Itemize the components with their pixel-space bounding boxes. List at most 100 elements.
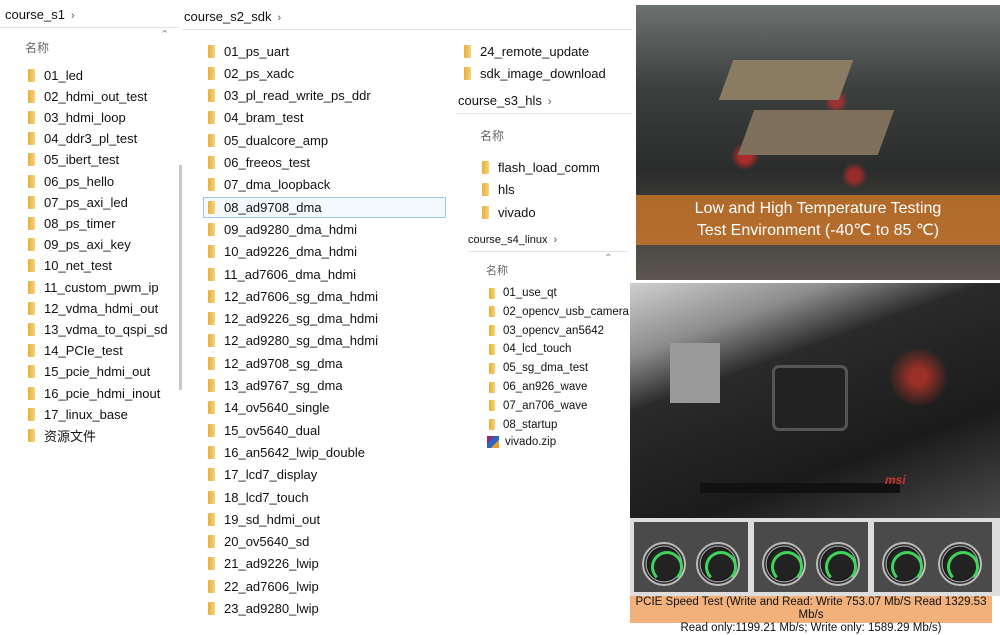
folder-item[interactable]: 02_ps_xadc bbox=[208, 63, 294, 83]
folder-label: 16_pcie_hdmi_inout bbox=[44, 385, 161, 401]
folder-item[interactable]: 10_ad9226_dma_hdmi bbox=[208, 242, 357, 262]
column-header-name[interactable]: 名称 bbox=[480, 127, 504, 144]
folder-icon bbox=[28, 216, 35, 230]
sort-up-icon[interactable]: ⌃ bbox=[160, 28, 169, 41]
caption-line: Test Environment (-40℃ to 85 ℃) bbox=[696, 222, 940, 239]
folder-item[interactable]: 06_ps_hello bbox=[28, 171, 114, 191]
folder-label: 21_ad9226_lwip bbox=[224, 556, 319, 572]
folder-item[interactable]: 21_ad9226_lwip bbox=[208, 554, 319, 574]
folder-icon bbox=[208, 557, 215, 571]
folder-item[interactable]: 05_sg_dma_test bbox=[489, 359, 588, 377]
folder-item[interactable]: 04_ddr3_pl_test bbox=[28, 129, 137, 149]
folder-item[interactable]: 04_bram_test bbox=[208, 108, 304, 128]
folder-item[interactable]: 12_ad7606_sg_dma_hdmi bbox=[208, 286, 378, 306]
folder-item[interactable]: 01_led bbox=[28, 65, 83, 85]
folder-item[interactable]: 01_use_qt bbox=[489, 284, 557, 302]
folder-item[interactable]: 22_ad7606_lwip bbox=[208, 576, 319, 596]
breadcrumb-course-s4-linux[interactable]: course_s4_linux › bbox=[468, 234, 557, 246]
folder-item[interactable]: 17_linux_base bbox=[28, 404, 128, 424]
folder-item[interactable]: 15_pcie_hdmi_out bbox=[28, 362, 150, 382]
folder-item[interactable]: 14_PCIe_test bbox=[28, 341, 123, 361]
folder-icon bbox=[208, 579, 215, 593]
folder-icon bbox=[28, 110, 35, 124]
column-header-name[interactable]: 名称 bbox=[25, 39, 49, 56]
breadcrumb-course-s3-hls[interactable]: course_s3_hls › bbox=[458, 93, 552, 108]
folder-icon bbox=[208, 535, 215, 549]
folder-item[interactable]: 12_ad9708_sg_dma bbox=[208, 353, 343, 373]
folder-item[interactable]: 15_ov5640_dual bbox=[208, 420, 320, 440]
folder-icon bbox=[482, 183, 489, 196]
folder-item[interactable]: 23_ad9280_lwip bbox=[208, 599, 319, 619]
folder-label: 10_net_test bbox=[44, 258, 112, 274]
folder-item[interactable]: hls bbox=[482, 180, 515, 200]
folder-item[interactable]: 02_opencv_usb_camera bbox=[489, 303, 629, 321]
speed-test-windows bbox=[630, 518, 1000, 596]
scrollbar[interactable] bbox=[179, 165, 182, 390]
folder-item[interactable]: 06_freeos_test bbox=[208, 153, 310, 173]
folder-item[interactable]: 10_net_test bbox=[28, 256, 112, 276]
folder-item[interactable]: 资源文件 bbox=[28, 425, 96, 445]
folder-item[interactable]: flash_load_comm bbox=[482, 157, 600, 177]
folder-item[interactable]: 18_lcd7_touch bbox=[208, 487, 309, 507]
folder-item[interactable]: 05_ibert_test bbox=[28, 150, 119, 170]
file-vivado-zip[interactable]: vivado.zip bbox=[487, 433, 556, 451]
folder-label: 05_sg_dma_test bbox=[503, 362, 589, 375]
breadcrumb-label: course_s1 bbox=[5, 7, 65, 22]
folder-item[interactable]: 13_ad9767_sg_dma bbox=[208, 376, 343, 396]
folder-label: 01_ps_uart bbox=[224, 43, 290, 59]
folder-icon bbox=[28, 428, 35, 442]
folder-item[interactable]: 20_ov5640_sd bbox=[208, 532, 309, 552]
folder-label: 资源文件 bbox=[44, 428, 97, 444]
divider bbox=[456, 113, 632, 114]
folder-item[interactable]: 05_dualcore_amp bbox=[208, 130, 328, 150]
folder-item[interactable]: 09_ps_axi_key bbox=[28, 235, 131, 255]
folder-icon bbox=[208, 379, 215, 392]
column-header-name[interactable]: 名称 bbox=[486, 262, 508, 278]
folder-item[interactable]: 01_ps_uart bbox=[208, 41, 289, 61]
folder-icon bbox=[208, 267, 215, 281]
folder-icon bbox=[208, 156, 215, 169]
folder-item[interactable]: 14_ov5640_single bbox=[208, 398, 330, 418]
folder-item[interactable]: 12_vdma_hdmi_out bbox=[28, 298, 158, 318]
folder-label: 03_hdmi_loop bbox=[44, 109, 126, 125]
folder-item[interactable]: sdk_image_download bbox=[464, 63, 606, 83]
folder-item[interactable]: 06_an926_wave bbox=[489, 378, 587, 396]
breadcrumb-course-s2-sdk[interactable]: course_s2_sdk › bbox=[184, 9, 281, 24]
folder-label: 19_sd_hdmi_out bbox=[224, 511, 321, 527]
folder-item[interactable]: 03_hdmi_loop bbox=[28, 107, 126, 127]
folder-item[interactable]: 13_vdma_to_qspi_sd bbox=[28, 319, 168, 339]
folder-item[interactable]: vivado bbox=[482, 202, 536, 222]
folder-item[interactable]: 04_lcd_touch bbox=[489, 340, 571, 358]
folder-item[interactable]: 09_ad9280_dma_hdmi bbox=[208, 219, 357, 239]
folder-item[interactable]: 07_ps_axi_led bbox=[28, 192, 128, 212]
folder-item[interactable]: 16_an5642_lwip_double bbox=[208, 442, 365, 462]
folder-item[interactable]: 11_custom_pwm_ip bbox=[28, 277, 159, 297]
folder-item[interactable]: 08_startup bbox=[489, 416, 557, 434]
breadcrumb-course-s1[interactable]: course_s1 › bbox=[5, 7, 75, 22]
folder-item[interactable]: 07_dma_loopback bbox=[208, 175, 330, 195]
folder-item[interactable]: 02_hdmi_out_test bbox=[28, 86, 147, 106]
folder-icon bbox=[28, 238, 35, 252]
speed-test-caption: PCIE Speed Test (Write and Read: Write 7… bbox=[630, 596, 992, 634]
folder-item[interactable]: 12_ad9226_sg_dma_hdmi bbox=[208, 309, 378, 329]
folder-label: 05_ibert_test bbox=[44, 152, 120, 168]
folder-label: vivado bbox=[498, 204, 536, 220]
sort-up-icon[interactable]: ⌃ bbox=[604, 253, 612, 264]
folder-item[interactable]: 12_ad9280_sg_dma_hdmi bbox=[208, 331, 378, 351]
folder-item[interactable]: 03_opencv_an5642 bbox=[489, 322, 604, 340]
folder-item[interactable]: 19_sd_hdmi_out bbox=[208, 509, 320, 529]
folder-item[interactable]: 07_an706_wave bbox=[489, 397, 587, 415]
read-gauge bbox=[696, 542, 740, 586]
folder-item[interactable]: 16_pcie_hdmi_inout bbox=[28, 383, 160, 403]
folder-label: 03_opencv_an5642 bbox=[503, 324, 605, 337]
folder-item[interactable]: 08_ps_timer bbox=[28, 213, 116, 233]
folder-item[interactable]: 24_remote_update bbox=[464, 41, 589, 61]
folder-item[interactable]: 08_ad9708_dma bbox=[208, 197, 322, 217]
folder-item[interactable]: 03_pl_read_write_ps_ddr bbox=[208, 86, 371, 106]
folder-icon bbox=[28, 195, 35, 209]
read-gauge bbox=[762, 542, 806, 586]
folder-label: 11_custom_pwm_ip bbox=[44, 279, 159, 295]
chevron-right-icon: › bbox=[553, 234, 558, 246]
folder-item[interactable]: 11_ad7606_dma_hdmi bbox=[208, 264, 356, 284]
folder-item[interactable]: 17_lcd7_display bbox=[208, 465, 317, 485]
